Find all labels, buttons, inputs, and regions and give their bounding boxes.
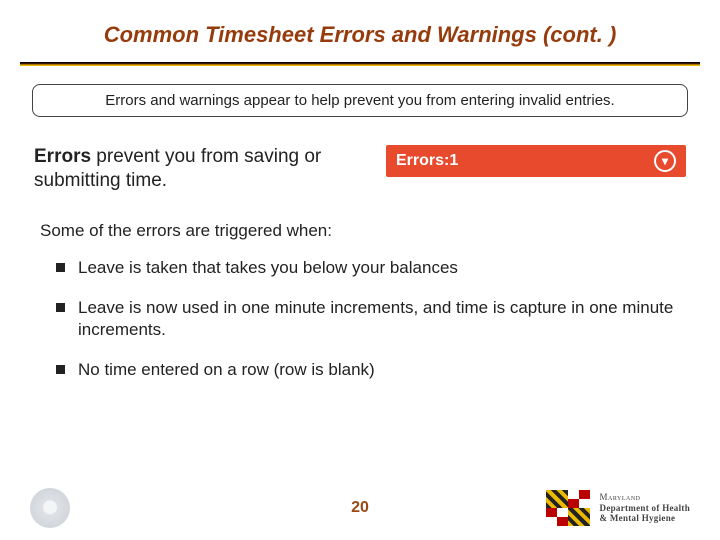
error-label: Errors: [396,152,449,169]
error-list: Leave is taken that takes you below your… [34,257,686,381]
department-label: Maryland Department of Health & Mental H… [600,492,690,523]
footer-right: Maryland Department of Health & Mental H… [546,490,690,526]
dept-line1: Maryland [600,492,690,502]
error-banner: Errors:1 ▾ [386,145,686,177]
error-count: 1 [449,152,458,169]
error-banner-text: Errors:1 [396,152,458,170]
list-item: Leave is taken that takes you below your… [56,257,686,279]
callout-box: Errors and warnings appear to help preve… [32,84,688,117]
dept-line2: Department of Health [600,503,690,513]
lead-strong: Errors [34,146,91,167]
maryland-flag-icon [546,490,590,526]
slide-title: Common Timesheet Errors and Warnings (co… [0,0,720,62]
chevron-down-icon: ▾ [654,150,676,172]
title-divider [20,62,700,66]
lead-text: Errors prevent you from saving or submit… [34,145,366,193]
lead-row: Errors prevent you from saving or submit… [34,145,686,193]
dept-line3: & Mental Hygiene [600,513,690,523]
footer: 20 Maryland Department of Health & Menta… [0,476,720,540]
page-number: 20 [351,499,369,517]
seal-icon [30,488,70,528]
sub-intro: Some of the errors are triggered when: [40,221,686,241]
list-item: No time entered on a row (row is blank) [56,359,686,381]
list-item: Leave is now used in one minute incremen… [56,297,686,341]
